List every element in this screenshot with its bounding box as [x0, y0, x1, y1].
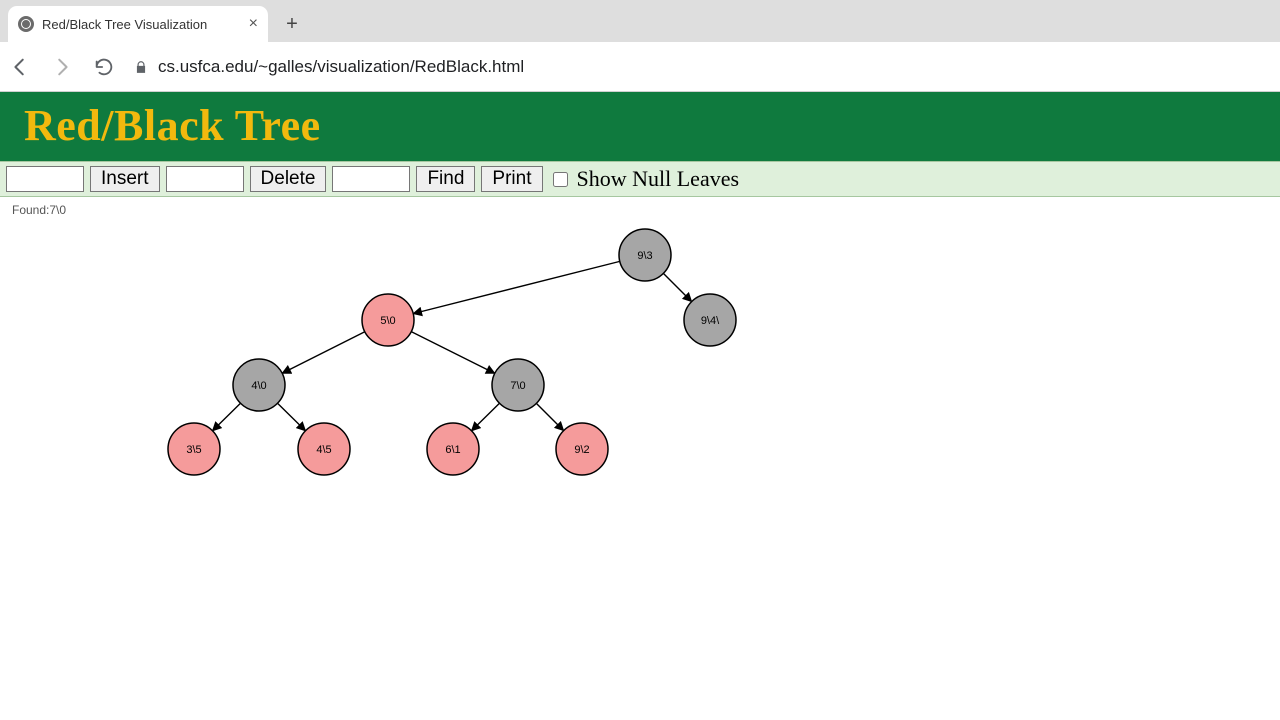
- tree-edge: [213, 403, 241, 431]
- tree-node: 7\0: [492, 359, 544, 411]
- tree-node-label: 9\3: [637, 250, 652, 262]
- find-button[interactable]: Find: [416, 166, 475, 192]
- browser-toolbar: cs.usfca.edu/~galles/visualization/RedBl…: [0, 42, 1280, 92]
- tree-node: 9\3: [619, 229, 671, 281]
- tree-edge: [413, 261, 620, 313]
- delete-button[interactable]: Delete: [250, 166, 327, 192]
- print-button[interactable]: Print: [481, 166, 542, 192]
- back-button[interactable]: [8, 55, 32, 79]
- tree-node: 5\0: [362, 294, 414, 346]
- tree-node-label: 3\5: [186, 444, 201, 456]
- tree-edge: [536, 403, 563, 430]
- page-title: Red/Black Tree: [24, 100, 1256, 151]
- tree-node-label: 5\0: [380, 315, 395, 327]
- tree-node-label: 6\1: [445, 444, 460, 456]
- forward-button[interactable]: [50, 55, 74, 79]
- close-icon[interactable]: ×: [249, 15, 258, 33]
- tree-node-label: 4\0: [251, 380, 266, 392]
- show-null-label[interactable]: Show Null Leaves: [577, 166, 740, 192]
- tree-edge: [278, 403, 306, 431]
- tree-node: 4\0: [233, 359, 285, 411]
- tree-edge: [282, 332, 365, 374]
- delete-input[interactable]: [166, 166, 244, 192]
- tree-node-label: 7\0: [510, 380, 525, 392]
- page-header: Red/Black Tree: [0, 92, 1280, 161]
- show-null-checkbox[interactable]: [553, 172, 568, 187]
- find-input[interactable]: [332, 166, 410, 192]
- controls-bar: Insert Delete Find Print Show Null Leave…: [0, 161, 1280, 197]
- insert-input[interactable]: [6, 166, 84, 192]
- lock-icon: [134, 60, 148, 74]
- tree-node: 4\5: [298, 423, 350, 475]
- browser-tab-strip: Red/Black Tree Visualization × +: [0, 0, 1280, 42]
- visualization-canvas: Found:7\0 9\35\09\4\4\07\03\54\56\19\2: [0, 197, 1280, 707]
- address-bar[interactable]: cs.usfca.edu/~galles/visualization/RedBl…: [134, 57, 524, 77]
- tree-node-label: 9\4\: [701, 315, 720, 327]
- globe-icon: [18, 16, 34, 32]
- new-tab-button[interactable]: +: [278, 10, 306, 38]
- reload-button[interactable]: [92, 55, 116, 79]
- tab-title: Red/Black Tree Visualization: [42, 17, 207, 32]
- tree-node: 9\2: [556, 423, 608, 475]
- tree-edge: [411, 332, 494, 374]
- tree-node: 9\4\: [684, 294, 736, 346]
- insert-button[interactable]: Insert: [90, 166, 160, 192]
- tree-node: 3\5: [168, 423, 220, 475]
- tree-edge: [663, 273, 691, 301]
- tree-node-label: 4\5: [316, 444, 331, 456]
- tree-edge: [472, 403, 500, 431]
- tree-node-label: 9\2: [574, 444, 589, 456]
- tree-svg: 9\3 5\0 9\4\ 4\0 7\0 3\5 4\5 6\1 9\2: [0, 197, 1280, 707]
- browser-tab[interactable]: Red/Black Tree Visualization ×: [8, 6, 268, 42]
- tree-node: 6\1: [427, 423, 479, 475]
- url-text: cs.usfca.edu/~galles/visualization/RedBl…: [158, 57, 524, 77]
